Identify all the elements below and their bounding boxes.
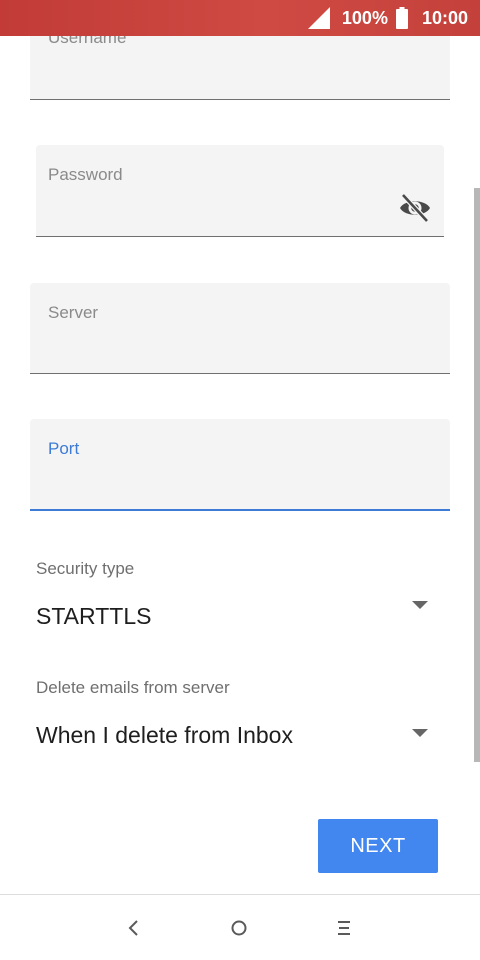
password-field[interactable]: Password [36,145,444,237]
eye-off-icon[interactable] [398,191,432,225]
status-bar: 100% 10:00 [0,0,480,36]
home-icon[interactable] [226,915,252,941]
scrollbar[interactable] [474,188,480,762]
username-label: Username [48,36,127,47]
password-label: Password [48,165,123,184]
back-icon[interactable] [121,915,147,941]
next-button[interactable]: NEXT [318,819,438,873]
clock: 10:00 [421,7,468,28]
battery-icon [395,7,408,29]
delete-emails-label: Delete emails from server [36,678,230,697]
security-type-value[interactable]: STARTTLS [36,603,151,630]
navigation-bar [0,894,480,960]
recents-icon[interactable] [331,915,357,941]
signal-icon [307,7,330,29]
delete-emails-value[interactable]: When I delete from Inbox [36,722,293,749]
server-label: Server [48,303,99,322]
security-type-dropdown-arrow-icon[interactable] [412,601,428,609]
port-field[interactable]: Port [30,419,450,511]
account-setup-form: Username Password Server Port Security t… [0,36,480,894]
username-field[interactable]: Username [30,36,450,100]
delete-emails-dropdown-arrow-icon[interactable] [412,729,428,737]
battery-percentage: 100% [341,7,388,28]
server-field[interactable]: Server [30,283,450,374]
security-type-label: Security type [36,559,135,578]
port-label: Port [48,439,80,458]
